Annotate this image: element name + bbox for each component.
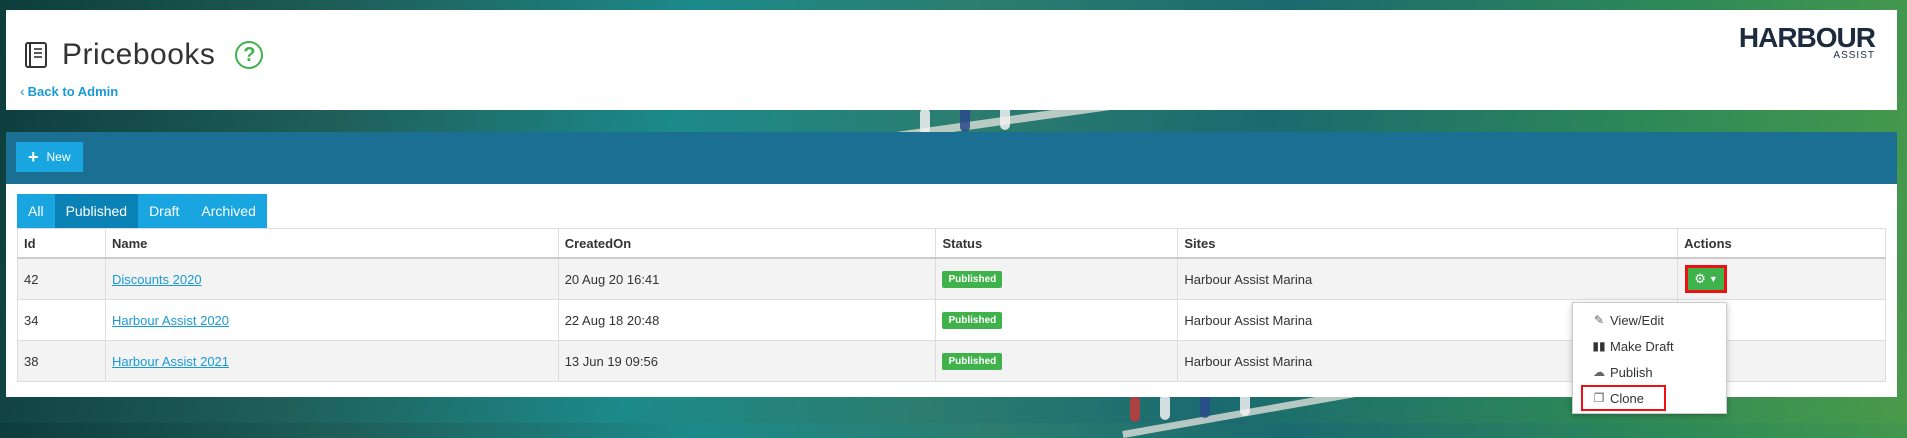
background-boat <box>1160 394 1170 420</box>
column-header-sites[interactable]: Sites <box>1177 228 1679 259</box>
back-link-label: Back to Admin <box>27 83 119 99</box>
menu-item-make-draft[interactable]: ▮▮ Make Draft <box>1573 333 1726 359</box>
pencil-icon: ✎ <box>1593 313 1605 327</box>
tab-draft[interactable]: Draft <box>138 194 191 228</box>
cloud-icon: ☁ <box>1593 365 1605 379</box>
menu-item-label: Make Draft <box>1610 338 1674 354</box>
column-header-name[interactable]: Name <box>104 228 559 259</box>
menu-item-clone[interactable]: ❐ Clone <box>1581 385 1666 411</box>
column-header-actions: Actions <box>1677 228 1886 259</box>
new-button-label: New <box>46 150 71 164</box>
menu-item-label: Clone <box>1610 390 1644 406</box>
gear-icon: ⚙ <box>1694 271 1706 286</box>
pause-icon: ▮▮ <box>1592 339 1606 353</box>
pricebook-name-link[interactable]: Harbour Assist 2021 <box>112 354 229 369</box>
caret-down-icon: ▼ <box>1708 274 1718 284</box>
cell-actions: ⚙ ▼ <box>1677 257 1886 300</box>
status-badge: Published <box>942 312 1003 329</box>
cell-name: Discounts 2020 <box>104 257 559 300</box>
tab-archived[interactable]: Archived <box>190 194 267 228</box>
page-header: Pricebooks ? ‹ Back to Admin HARBOUR ASS… <box>6 10 1897 110</box>
status-badge: Published <box>942 271 1003 288</box>
cell-name: Harbour Assist 2021 <box>104 340 559 382</box>
cell-id: 42 <box>17 257 106 300</box>
actions-gear-button[interactable]: ⚙ ▼ <box>1685 265 1728 293</box>
column-header-createdon[interactable]: CreatedOn <box>557 228 937 259</box>
harbour-assist-logo: HARBOUR ASSIST <box>1738 22 1876 62</box>
column-header-id[interactable]: Id <box>17 228 106 259</box>
column-header-status[interactable]: Status <box>935 228 1179 259</box>
background-boat <box>1130 396 1140 422</box>
new-pricebook-button[interactable]: + New <box>16 142 83 172</box>
cell-status: Published <box>935 257 1179 300</box>
cell-created: 22 Aug 18 20:48 <box>557 299 937 341</box>
status-badge: Published <box>942 353 1003 370</box>
pricebook-name-link[interactable]: Discounts 2020 <box>112 272 202 287</box>
plus-icon: + <box>28 146 39 167</box>
cell-created: 13 Jun 19 09:56 <box>557 340 937 382</box>
table-header-row: Id Name CreatedOn Status Sites Actions <box>17 228 1886 259</box>
status-filter-tabs: All Published Draft Archived <box>17 194 267 228</box>
cell-name: Harbour Assist 2020 <box>104 299 559 341</box>
help-icon[interactable]: ? <box>235 41 264 69</box>
table-row: 42 Discounts 2020 20 Aug 20 16:41 Publis… <box>17 257 1886 300</box>
cell-id: 34 <box>17 299 106 341</box>
back-to-admin-link[interactable]: ‹ Back to Admin <box>20 83 118 99</box>
background-boat <box>920 108 930 134</box>
chevron-left-icon: ‹ <box>20 83 25 99</box>
menu-item-label: View/Edit <box>1610 312 1664 328</box>
cell-created: 20 Aug 20 16:41 <box>557 257 937 300</box>
cell-id: 38 <box>17 340 106 382</box>
menu-item-publish[interactable]: ☁ Publish <box>1573 359 1726 385</box>
cell-status: Published <box>935 340 1179 382</box>
actions-dropdown-menu: ✎ View/Edit ▮▮ Make Draft ☁ Publish ❐ Cl… <box>1572 302 1727 414</box>
panel-toolbar: + New <box>6 132 1897 184</box>
page-title: Pricebooks <box>62 38 216 71</box>
tab-published[interactable]: Published <box>54 194 139 228</box>
logo-main-text: HARBOUR <box>1738 22 1876 53</box>
cell-status: Published <box>935 299 1179 341</box>
pricebook-name-link[interactable]: Harbour Assist 2020 <box>112 313 229 328</box>
copy-icon: ❐ <box>1593 391 1605 405</box>
menu-item-view-edit[interactable]: ✎ View/Edit <box>1573 307 1726 333</box>
menu-item-label: Publish <box>1610 364 1653 380</box>
tab-all[interactable]: All <box>17 194 55 228</box>
cell-site: Harbour Assist Marina <box>1177 257 1679 300</box>
title-row: Pricebooks ? <box>22 38 264 72</box>
book-icon <box>22 41 50 69</box>
